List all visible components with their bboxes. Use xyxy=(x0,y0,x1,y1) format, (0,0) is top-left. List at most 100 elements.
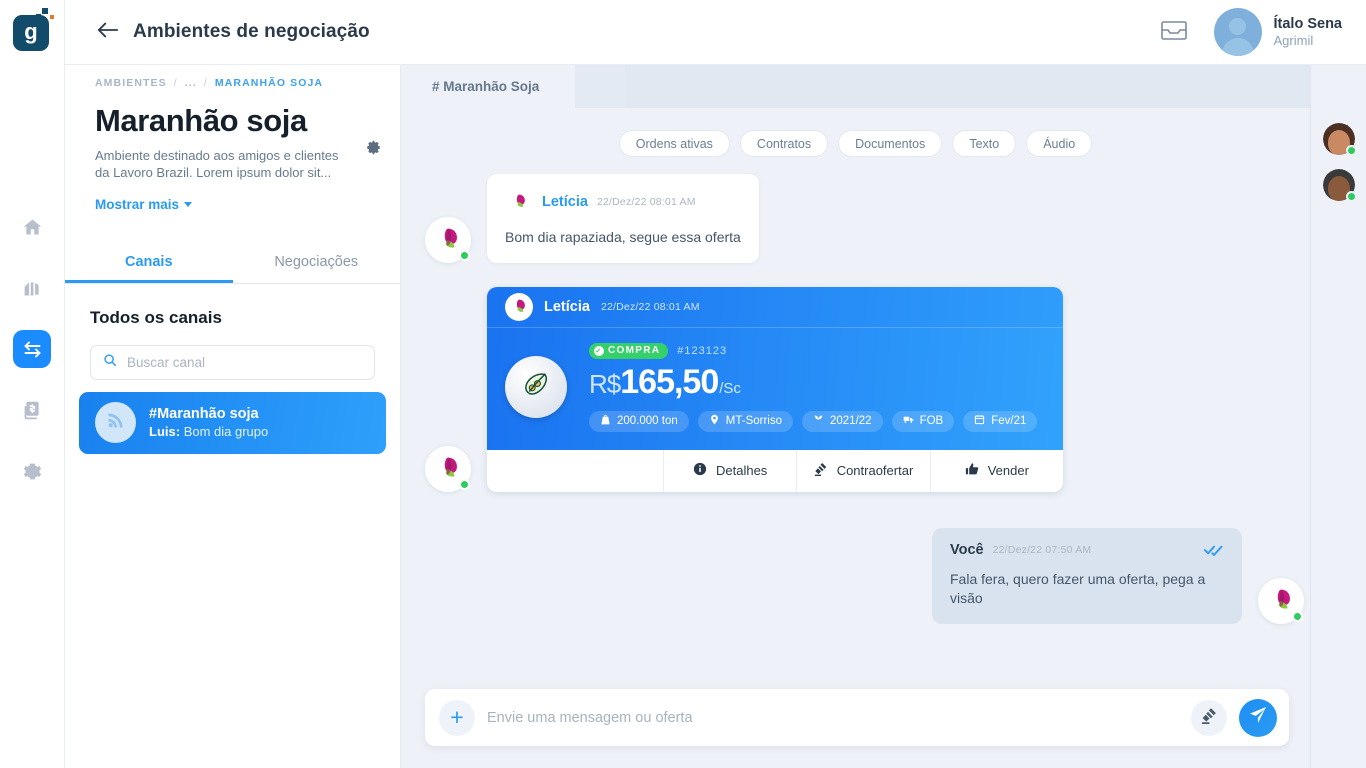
environment-settings-button[interactable] xyxy=(365,139,382,156)
search-icon xyxy=(103,353,117,372)
filter-texto[interactable]: Texto xyxy=(952,130,1017,157)
logo-letter: g xyxy=(13,15,49,51)
logo-pixel-icon xyxy=(42,8,48,14)
info-icon xyxy=(693,462,707,479)
breadcrumb-ellipsis[interactable]: ... xyxy=(185,77,197,89)
chat-tab-maranhao-soja[interactable]: # Maranhão Soja xyxy=(401,65,575,108)
message-sender: Letícia xyxy=(542,194,588,210)
message-list: Letícia 22/Dez/22 08:01 AM Bom dia rapaz… xyxy=(401,174,1366,624)
user-menu[interactable]: Ítalo Sena Agrimil xyxy=(1213,8,1342,56)
offer-card-header: Letícia 22/Dez/22 08:01 AM xyxy=(487,286,1063,328)
breadcrumb: AMBIENTES / ... / MARANHÃO SOJA xyxy=(65,65,400,89)
weight-icon xyxy=(600,414,611,428)
price-value: 165,50 xyxy=(620,362,719,401)
status-badge-label: COMPRA xyxy=(608,345,661,357)
message-header: Você 22/Dez/22 07:50 AM xyxy=(950,542,1224,558)
offer-card: Letícia 22/Dez/22 08:01 AM ✓ COMPRA #123… xyxy=(487,286,1063,492)
show-more-button[interactable]: Mostrar mais xyxy=(95,197,193,212)
check-circle-icon: ✓ xyxy=(594,345,604,356)
leaf-logo-icon xyxy=(1268,588,1294,614)
member-avatar[interactable] xyxy=(1322,123,1357,156)
channel-preview: Luis: Bom dia grupo xyxy=(149,424,268,441)
avatar xyxy=(1258,577,1304,624)
nav-item-silo[interactable] xyxy=(13,269,51,307)
sender-avatar xyxy=(505,188,533,216)
message-row-incoming: Letícia 22/Dez/22 08:01 AM Bom dia rapaz… xyxy=(425,174,1304,263)
status-online-dot xyxy=(459,478,470,490)
filter-documentos[interactable]: Documentos xyxy=(838,130,943,157)
status-online-dot xyxy=(1345,191,1357,202)
double-check-icon xyxy=(1204,544,1224,556)
harvest-icon xyxy=(813,414,824,428)
filter-contratos[interactable]: Contratos xyxy=(739,130,829,157)
chat-tab-empty-space xyxy=(625,65,1366,108)
search-input[interactable] xyxy=(127,354,362,370)
leaf-logo-icon xyxy=(511,194,528,211)
nav-item-settings[interactable] xyxy=(13,452,51,490)
channel-preview-text: Bom dia grupo xyxy=(183,423,269,439)
offer-action-label: Vender xyxy=(987,463,1029,479)
members-rail xyxy=(1310,65,1366,768)
member-avatar[interactable] xyxy=(1322,169,1357,202)
avatar xyxy=(1213,8,1262,56)
offer-counteroffer-button[interactable]: Contraofertar xyxy=(796,449,929,492)
environment-title: Maranhão soja xyxy=(95,103,307,138)
message-row-outgoing: Você 22/Dez/22 07:50 AM Fala fera, quero… xyxy=(425,527,1304,624)
chat-tab-placeholder xyxy=(575,65,625,108)
offer-tag-label: 200.000 ton xyxy=(617,415,678,428)
message-input[interactable] xyxy=(487,709,1179,726)
leaf-logo-icon xyxy=(435,456,461,482)
message-timestamp: 22/Dez/22 07:50 AM xyxy=(992,543,1092,556)
message-bubble-outgoing: Você 22/Dez/22 07:50 AM Fala fera, quero… xyxy=(932,527,1242,624)
offer-tag-location: MT-Sorriso xyxy=(697,410,793,432)
currency-symbol: R$ xyxy=(589,368,621,399)
offer-card-actions: Detalhes Contraofertar Vender xyxy=(487,449,1063,492)
chat-area: # Maranhão Soja Ordens ativas Contratos … xyxy=(401,65,1366,768)
tab-negociacoes[interactable]: Negociações xyxy=(233,242,401,283)
offer-sell-button[interactable]: Vender xyxy=(929,449,1063,492)
breadcrumb-root[interactable]: AMBIENTES xyxy=(95,77,167,89)
channel-preview-sender: Luis: xyxy=(149,423,181,439)
offer-tag-volume: 200.000 ton xyxy=(589,410,689,432)
app-root: g Ambientes de negociação Ítalo Sena Agr… xyxy=(0,0,1366,768)
filter-audio[interactable]: Áudio xyxy=(1026,130,1093,157)
user-organization: Agrimil xyxy=(1273,32,1314,48)
message-header: Letícia 22/Dez/22 08:01 AM xyxy=(505,188,741,216)
channel-name: #Maranhão soja xyxy=(149,405,259,422)
nav-item-documents[interactable] xyxy=(13,391,51,429)
inbox-button[interactable] xyxy=(1160,18,1188,47)
avatar xyxy=(425,445,471,492)
channel-list-item[interactable]: #Maranhão soja Luis: Bom dia grupo xyxy=(79,391,386,454)
breadcrumb-current: MARANHÃO SOJA xyxy=(214,77,324,89)
gear-icon xyxy=(365,139,382,156)
create-offer-button[interactable] xyxy=(1191,699,1227,736)
offer-tag-label: 2021/22 xyxy=(830,415,872,428)
nav-item-negotiation[interactable] xyxy=(13,330,51,368)
sender-avatar xyxy=(505,292,533,321)
offer-details-button[interactable]: Detalhes xyxy=(663,449,796,492)
gavel-icon xyxy=(1201,707,1218,729)
offer-tag-incoterm: FOB xyxy=(891,410,955,432)
back-button[interactable] xyxy=(97,21,119,44)
send-button[interactable] xyxy=(1239,698,1277,737)
message-text: Bom dia rapaziada, segue essa oferta xyxy=(505,229,741,245)
offer-actions-spacer xyxy=(487,450,663,492)
search-channel-box[interactable] xyxy=(90,344,375,380)
offer-tag-label: FOB xyxy=(919,415,944,428)
channels-section-title: Todos os canais xyxy=(90,307,222,327)
avatar xyxy=(425,216,471,263)
add-attachment-button[interactable]: + xyxy=(439,699,475,736)
nav-item-home[interactable] xyxy=(13,208,51,246)
app-logo[interactable]: g xyxy=(10,6,54,51)
environment-panel: AMBIENTES / ... / MARANHÃO SOJA Maranhão… xyxy=(65,65,401,768)
logo-pixel-accent-icon xyxy=(50,15,54,19)
offer-timestamp: 22/Dez/22 08:01 AM xyxy=(600,300,700,313)
tab-canais[interactable]: Canais xyxy=(65,242,233,283)
silo-icon xyxy=(22,278,43,299)
offer-tag-harvest: 2021/22 xyxy=(802,410,883,432)
filter-ordens-ativas[interactable]: Ordens ativas xyxy=(618,130,730,157)
invoice-icon xyxy=(22,400,43,421)
page-title: Ambientes de negociação xyxy=(133,21,370,42)
status-online-dot xyxy=(1292,610,1303,622)
message-row-offer: Letícia 22/Dez/22 08:01 AM ✓ COMPRA #123… xyxy=(425,286,1304,492)
